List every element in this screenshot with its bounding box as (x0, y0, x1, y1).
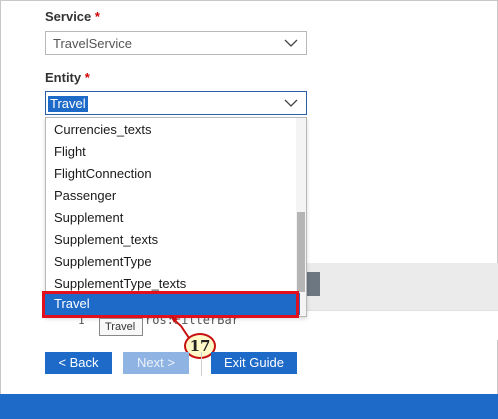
button-divider (201, 352, 202, 376)
back-button[interactable]: < Back (45, 352, 112, 374)
exit-guide-button[interactable]: Exit Guide (211, 352, 297, 374)
bottom-bar (0, 394, 498, 419)
next-button[interactable]: Next > (123, 352, 189, 374)
